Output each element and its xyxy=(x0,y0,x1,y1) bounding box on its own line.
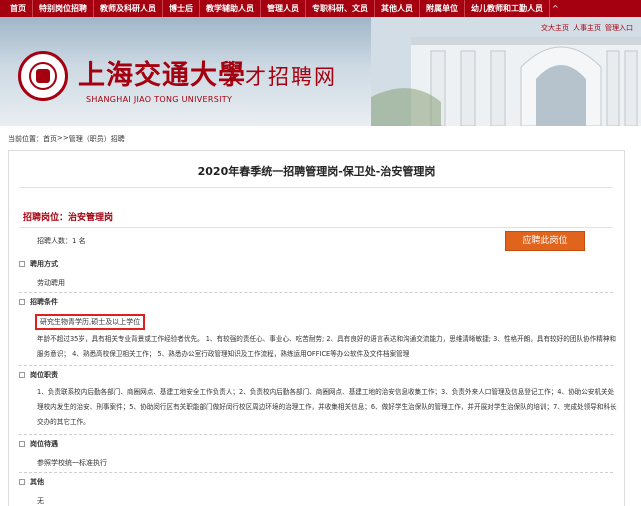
link-hr-home[interactable]: 人事主页 xyxy=(573,23,601,33)
page-title: 2020年春季统一招聘管理岗-保卫处-治安管理岗 xyxy=(197,165,436,178)
section-heading: 岗位职责 xyxy=(30,371,58,379)
divider xyxy=(19,472,613,473)
divider xyxy=(19,292,613,293)
section-employment-type[interactable]: 聘用方式 xyxy=(19,259,58,269)
requirements-text: 年龄不超过35岁，具有相关专业背景或工作经验者优先。 1、有较强的责任心、事业心… xyxy=(37,335,616,358)
duties-text: 1、负责联系校内后勤各部门、商圈网点、基建工地安全工作负责人；2、负责校内后勤各… xyxy=(37,388,617,426)
university-seal-icon xyxy=(18,51,68,101)
highlighted-requirement: 研究生物青学历,硕士及以上学位 xyxy=(35,314,146,330)
breadcrumb: 当前位置： 首页 >> 管理（职员）招聘 xyxy=(8,134,125,144)
section-heading: 岗位待遇 xyxy=(30,440,58,448)
nav-item-postdoc[interactable]: 博士后 xyxy=(163,0,200,17)
nav-item-management[interactable]: 管理人员 xyxy=(261,0,306,17)
header-banner: 交大主页 人事主页 管理入口 上海交通大學 人才招聘网 SHANGHAI JIA… xyxy=(0,17,641,126)
section-heading: 其他 xyxy=(30,478,44,486)
campus-building-image xyxy=(371,17,641,126)
position-title: 招聘岗位：治安管理岗 xyxy=(23,213,114,223)
section-heading: 招聘条件 xyxy=(30,298,58,306)
nav-item-special[interactable]: 特别岗位招聘 xyxy=(33,0,94,17)
divider xyxy=(19,365,613,366)
section-duties[interactable]: 岗位职责 xyxy=(19,370,58,380)
job-detail-panel: 2020年春季统一招聘管理岗-保卫处-治安管理岗 招聘岗位：治安管理岗 招聘人数… xyxy=(8,150,625,506)
employment-type-value: 劳动聘用 xyxy=(37,279,65,287)
link-sjtu-home[interactable]: 交大主页 xyxy=(541,23,569,33)
nav-item-faculty[interactable]: 教师及科研人员 xyxy=(94,0,163,17)
divider xyxy=(19,187,613,188)
nav-item-home[interactable]: 首页 xyxy=(0,0,33,17)
breadcrumb-separator: >> xyxy=(57,134,69,142)
collapse-icon[interactable] xyxy=(19,479,25,485)
nav-item-preschool[interactable]: 幼儿教师和工勤人员 xyxy=(465,0,550,17)
top-nav: 首页 特别岗位招聘 教师及科研人员 博士后 教学辅助人员 管理人员 专职科研、文… xyxy=(0,0,641,17)
top-links: 交大主页 人事主页 管理入口 xyxy=(541,23,633,33)
section-other[interactable]: 其他 xyxy=(19,477,44,487)
breadcrumb-current: 管理（职员）招聘 xyxy=(68,135,125,143)
divider xyxy=(19,434,613,435)
collapse-icon[interactable] xyxy=(19,299,25,305)
logo-subtitle: 人才招聘网 xyxy=(222,65,337,89)
collapse-icon[interactable] xyxy=(19,372,25,378)
collapse-icon[interactable] xyxy=(19,261,25,267)
headcount: 招聘人数：1 名 xyxy=(37,237,86,245)
chevron-up-icon[interactable]: ^ xyxy=(552,0,559,17)
nav-item-affiliates[interactable]: 附属单位 xyxy=(420,0,465,17)
apply-button[interactable]: 应聘此岗位 xyxy=(505,231,585,251)
logo-english-name: SHANGHAI JIAO TONG UNIVERSITY xyxy=(86,95,233,104)
other-value: 无 xyxy=(37,497,44,505)
nav-item-other[interactable]: 其他人员 xyxy=(375,0,420,17)
collapse-icon[interactable] xyxy=(19,441,25,447)
section-benefits[interactable]: 岗位待遇 xyxy=(19,439,58,449)
breadcrumb-label: 当前位置： xyxy=(8,135,43,143)
breadcrumb-home[interactable]: 首页 xyxy=(43,134,57,144)
benefits-value: 参照学校统一标准执行 xyxy=(37,459,107,467)
section-heading: 聘用方式 xyxy=(30,260,58,268)
nav-item-teaching-support[interactable]: 教学辅助人员 xyxy=(200,0,261,17)
divider xyxy=(19,227,613,228)
section-requirements[interactable]: 招聘条件 xyxy=(19,297,58,307)
link-admin-login[interactable]: 管理入口 xyxy=(605,23,633,33)
nav-item-research-staff[interactable]: 专职科研、文员 xyxy=(306,0,375,17)
logo-chinese-name: 上海交通大學 xyxy=(78,60,246,91)
